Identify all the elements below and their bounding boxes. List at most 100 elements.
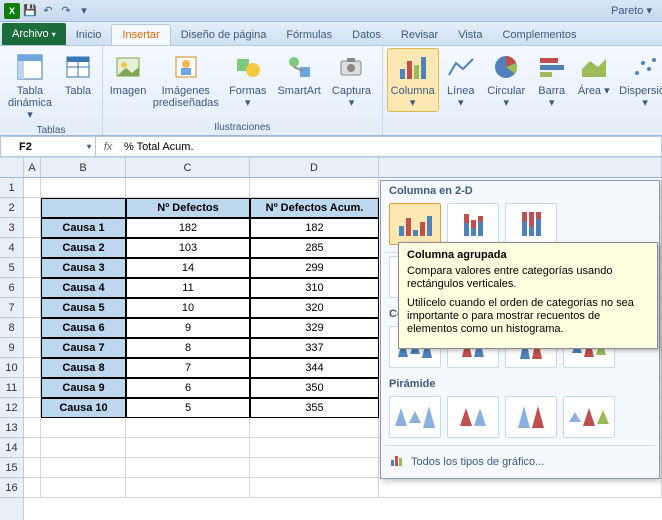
cell[interactable]	[24, 218, 41, 238]
row-header[interactable]: 8	[0, 318, 23, 338]
cause-cell[interactable]: Causa 4	[41, 278, 126, 298]
table-header[interactable]: Nº Defectos Acum.	[250, 198, 379, 218]
bar-chart-button[interactable]: Barra ▾	[532, 48, 572, 112]
cause-cell[interactable]: Causa 3	[41, 258, 126, 278]
row-header[interactable]: 6	[0, 278, 23, 298]
gallery-pyramid-3[interactable]	[505, 396, 557, 438]
undo-icon[interactable]: ↶	[40, 3, 56, 19]
cell[interactable]	[24, 178, 41, 198]
qat-dropdown-icon[interactable]: ▾	[76, 3, 92, 19]
row-header[interactable]: 12	[0, 398, 23, 418]
cell[interactable]	[24, 458, 41, 478]
defects-cell[interactable]: 103	[126, 238, 250, 258]
row-header[interactable]: 13	[0, 418, 23, 438]
table-button[interactable]: Tabla	[58, 48, 98, 100]
line-chart-button[interactable]: Línea ▾	[441, 48, 481, 112]
defects-cell[interactable]: 10	[126, 298, 250, 318]
cell[interactable]	[24, 238, 41, 258]
cell[interactable]	[41, 418, 126, 438]
defects-cell[interactable]: 14	[126, 258, 250, 278]
redo-icon[interactable]: ↷	[58, 3, 74, 19]
capture-button[interactable]: Captura ▾	[325, 48, 377, 112]
cell[interactable]	[24, 198, 41, 218]
defects-acum-cell[interactable]: 285	[250, 238, 379, 258]
row-header[interactable]: 11	[0, 378, 23, 398]
cell[interactable]	[24, 398, 41, 418]
tab-revisar[interactable]: Revisar	[391, 25, 448, 45]
defects-acum-cell[interactable]: 310	[250, 278, 379, 298]
gallery-pyramid-1[interactable]	[389, 396, 441, 438]
col-header-rest[interactable]	[379, 158, 662, 177]
row-header[interactable]: 14	[0, 438, 23, 458]
cell[interactable]	[24, 378, 41, 398]
defects-acum-cell[interactable]: 329	[250, 318, 379, 338]
defects-acum-cell[interactable]: 350	[250, 378, 379, 398]
image-button[interactable]: Imagen	[107, 48, 149, 100]
cell[interactable]	[379, 478, 662, 498]
gallery-stacked-column[interactable]	[447, 203, 499, 245]
row-header[interactable]: 7	[0, 298, 23, 318]
cell[interactable]	[250, 178, 379, 198]
pie-chart-button[interactable]: Circular ▾	[483, 48, 530, 112]
smartart-button[interactable]: SmartArt	[275, 48, 323, 100]
select-all-corner[interactable]	[0, 158, 23, 178]
cause-cell[interactable]: Causa 1	[41, 218, 126, 238]
defects-cell[interactable]: 8	[126, 338, 250, 358]
row-header[interactable]: 3	[0, 218, 23, 238]
name-box[interactable]: F2	[0, 136, 96, 157]
cell[interactable]	[24, 298, 41, 318]
cell[interactable]	[41, 438, 126, 458]
cell[interactable]	[126, 178, 250, 198]
cell[interactable]	[126, 418, 250, 438]
row-header[interactable]: 5	[0, 258, 23, 278]
area-chart-button[interactable]: Área ▾	[574, 48, 614, 100]
row-header[interactable]: 16	[0, 478, 23, 498]
formula-bar[interactable]: fx % Total Acum.	[96, 136, 662, 157]
row-header[interactable]: 2	[0, 198, 23, 218]
defects-cell[interactable]: 7	[126, 358, 250, 378]
clipart-button[interactable]: Imágenes prediseñadas	[151, 48, 220, 112]
cell[interactable]	[250, 418, 379, 438]
defects-acum-cell[interactable]: 182	[250, 218, 379, 238]
cause-cell[interactable]: Causa 7	[41, 338, 126, 358]
cell[interactable]	[24, 278, 41, 298]
gallery-clustered-column[interactable]	[389, 203, 441, 245]
col-header[interactable]: A	[24, 158, 41, 177]
cause-cell[interactable]: Causa 5	[41, 298, 126, 318]
defects-acum-cell[interactable]: 337	[250, 338, 379, 358]
defects-cell[interactable]: 182	[126, 218, 250, 238]
gallery-100-stacked-column[interactable]	[505, 203, 557, 245]
row-header[interactable]: 15	[0, 458, 23, 478]
tab-vista[interactable]: Vista	[448, 25, 492, 45]
col-header[interactable]: B	[41, 158, 126, 177]
tab-complementos[interactable]: Complementos	[492, 25, 586, 45]
pivot-table-button[interactable]: Tabla dinámica ▾	[4, 48, 56, 124]
col-header[interactable]: C	[126, 158, 250, 177]
column-chart-button[interactable]: Columna ▾	[387, 48, 439, 112]
cause-cell[interactable]: Causa 6	[41, 318, 126, 338]
cell[interactable]	[24, 338, 41, 358]
defects-acum-cell[interactable]: 320	[250, 298, 379, 318]
file-tab[interactable]: Archivo▾	[2, 23, 66, 45]
cause-cell[interactable]: Causa 2	[41, 238, 126, 258]
defects-acum-cell[interactable]: 355	[250, 398, 379, 418]
cell[interactable]	[24, 418, 41, 438]
cause-cell[interactable]: Causa 10	[41, 398, 126, 418]
gallery-pyramid-2[interactable]	[447, 396, 499, 438]
cell[interactable]	[24, 478, 41, 498]
cause-cell[interactable]: Causa 9	[41, 378, 126, 398]
tab-datos[interactable]: Datos	[342, 25, 391, 45]
cell[interactable]	[126, 438, 250, 458]
tab-insertar[interactable]: Insertar	[111, 24, 170, 45]
defects-acum-cell[interactable]: 344	[250, 358, 379, 378]
scatter-chart-button[interactable]: Dispersión ▾	[616, 48, 662, 112]
tab-diseno[interactable]: Diseño de página	[171, 25, 277, 45]
gallery-pyramid-4[interactable]	[563, 396, 615, 438]
row-header[interactable]: 10	[0, 358, 23, 378]
shapes-button[interactable]: Formas ▾	[222, 48, 273, 112]
defects-acum-cell[interactable]: 299	[250, 258, 379, 278]
tab-inicio[interactable]: Inicio	[66, 25, 112, 45]
cause-cell[interactable]: Causa 8	[41, 358, 126, 378]
cell[interactable]	[126, 458, 250, 478]
cell[interactable]	[24, 258, 41, 278]
